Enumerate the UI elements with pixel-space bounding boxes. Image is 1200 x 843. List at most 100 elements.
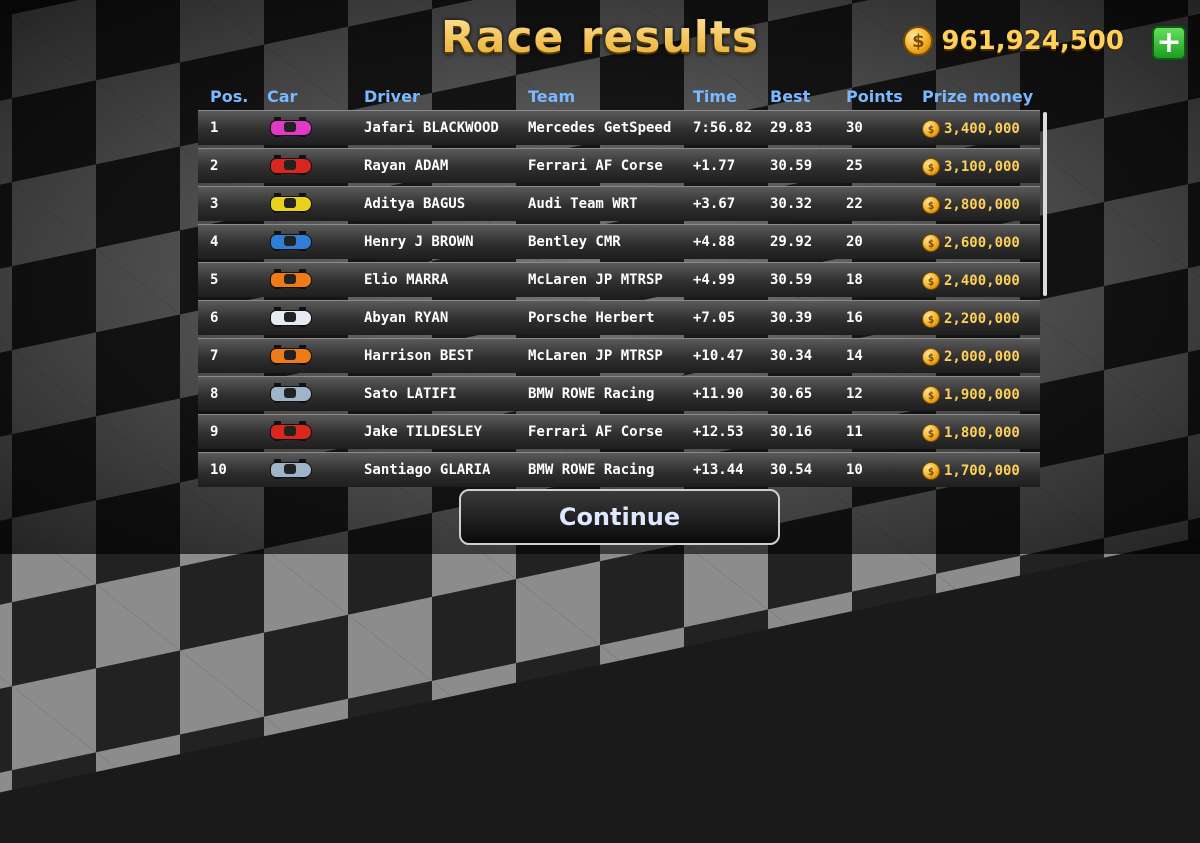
row-pos: 9 — [210, 424, 219, 440]
row-best: 29.83 — [770, 120, 813, 136]
row-team: McLaren JP MTRSP — [528, 272, 663, 288]
row-time: +7.05 — [693, 310, 736, 326]
row-driver: Elio MARRA — [364, 272, 449, 288]
row-team: Ferrari AF Corse — [528, 158, 663, 174]
row-prize: $ 1,700,000 — [922, 462, 1020, 480]
row-best: 30.59 — [770, 272, 813, 288]
coin-icon: $ — [922, 272, 940, 290]
row-prize-value: 2,400,000 — [944, 273, 1020, 289]
row-best: 30.16 — [770, 424, 813, 440]
coin-icon: $ — [922, 196, 940, 214]
row-points: 12 — [846, 386, 863, 402]
row-prize-value: 3,100,000 — [944, 159, 1020, 175]
row-prize: $ 2,200,000 — [922, 310, 1020, 328]
row-team: BMW ROWE Racing — [528, 386, 655, 402]
row-driver: Aditya BAGUS — [364, 196, 466, 212]
row-pos: 10 — [210, 462, 227, 478]
row-best: 30.32 — [770, 196, 813, 212]
row-best: 29.92 — [770, 234, 813, 250]
table-row: 6 Abyan RYAN Porsche Herbert +7.05 30.39… — [198, 300, 1040, 335]
row-driver: Sato LATIFI — [364, 386, 457, 402]
row-driver: Henry J BROWN — [364, 234, 474, 250]
row-points: 10 — [846, 462, 863, 478]
row-team: Ferrari AF Corse — [528, 424, 663, 440]
row-pos: 5 — [210, 272, 219, 288]
row-team: BMW ROWE Racing — [528, 462, 655, 478]
table-row: 9 Jake TILDESLEY Ferrari AF Corse +12.53… — [198, 414, 1040, 449]
car-icon — [266, 383, 314, 403]
row-prize: $ 2,000,000 — [922, 348, 1020, 366]
row-prize: $ 1,900,000 — [922, 386, 1020, 404]
coin-icon: $ — [922, 386, 940, 404]
car-icon — [266, 345, 314, 365]
coin-icon: $ — [922, 348, 940, 366]
car-icon — [266, 231, 314, 251]
row-team: Porsche Herbert — [528, 310, 655, 326]
table-row: 8 Sato LATIFI BMW ROWE Racing +11.90 30.… — [198, 376, 1040, 411]
row-time: +1.77 — [693, 158, 736, 174]
row-prize: $ 2,800,000 — [922, 196, 1020, 214]
row-time: +13.44 — [693, 462, 744, 478]
coin-icon: $ — [922, 462, 940, 480]
coin-icon: $ — [922, 234, 940, 252]
row-points: 14 — [846, 348, 863, 364]
add-coins-button[interactable]: + — [1152, 26, 1186, 60]
row-pos: 2 — [210, 158, 219, 174]
table-row: 3 Aditya BAGUS Audi Team WRT +3.67 30.32… — [198, 186, 1040, 221]
row-pos: 8 — [210, 386, 219, 402]
table-row: 1 Jafari BLACKWOOD Mercedes GetSpeed 7:5… — [198, 110, 1040, 145]
car-icon — [266, 421, 314, 441]
row-prize-value: 2,200,000 — [944, 311, 1020, 327]
row-best: 30.65 — [770, 386, 813, 402]
row-team: Bentley CMR — [528, 234, 621, 250]
row-team: Audi Team WRT — [528, 196, 638, 212]
row-points: 11 — [846, 424, 863, 440]
row-points: 16 — [846, 310, 863, 326]
row-time: 7:56.82 — [693, 120, 753, 136]
row-points: 18 — [846, 272, 863, 288]
balance-value: 961,924,500 — [941, 26, 1124, 56]
coin-icon: $ — [922, 310, 940, 328]
row-points: 30 — [846, 120, 863, 136]
row-time: +12.53 — [693, 424, 744, 440]
row-driver: Harrison BEST — [364, 348, 474, 364]
table-header: Pos. Car Driver Team Time Best Points Pr… — [198, 82, 1040, 110]
row-prize-value: 1,800,000 — [944, 425, 1020, 441]
table-row: 4 Henry J BROWN Bentley CMR +4.88 29.92 … — [198, 224, 1040, 259]
row-pos: 1 — [210, 120, 219, 136]
col-header-driver: Driver — [364, 86, 420, 106]
row-prize-value: 1,900,000 — [944, 387, 1020, 403]
row-prize-value: 2,600,000 — [944, 235, 1020, 251]
row-driver: Jake TILDESLEY — [364, 424, 483, 440]
coin-icon: $ — [903, 26, 934, 56]
coin-icon: $ — [922, 120, 940, 138]
coin-balance: $ 961,924,500 — [903, 26, 1124, 56]
table-body: 1 Jafari BLACKWOOD Mercedes GetSpeed 7:5… — [198, 110, 1040, 487]
row-pos: 7 — [210, 348, 219, 364]
row-time: +11.90 — [693, 386, 744, 402]
continue-button[interactable]: Continue — [459, 489, 780, 545]
row-prize: $ 2,400,000 — [922, 272, 1020, 290]
row-time: +4.99 — [693, 272, 736, 288]
row-points: 22 — [846, 196, 863, 212]
row-best: 30.39 — [770, 310, 813, 326]
car-icon — [266, 117, 314, 137]
row-prize: $ 2,600,000 — [922, 234, 1020, 252]
row-prize: $ 1,800,000 — [922, 424, 1020, 442]
row-team: McLaren JP MTRSP — [528, 348, 663, 364]
row-driver: Abyan RYAN — [364, 310, 449, 326]
row-prize-value: 2,800,000 — [944, 197, 1020, 213]
table-scrollbar[interactable] — [1043, 112, 1047, 296]
col-header-team: Team — [528, 86, 576, 106]
col-header-car: Car — [267, 86, 298, 106]
col-header-time: Time — [693, 86, 737, 106]
row-time: +4.88 — [693, 234, 736, 250]
coin-icon: $ — [922, 158, 940, 176]
row-prize-value: 3,400,000 — [944, 121, 1020, 137]
row-points: 25 — [846, 158, 863, 174]
row-best: 30.54 — [770, 462, 813, 478]
table-row: 5 Elio MARRA McLaren JP MTRSP +4.99 30.5… — [198, 262, 1040, 297]
col-header-points: Points — [846, 86, 903, 106]
row-driver: Rayan ADAM — [364, 158, 449, 174]
row-pos: 6 — [210, 310, 219, 326]
